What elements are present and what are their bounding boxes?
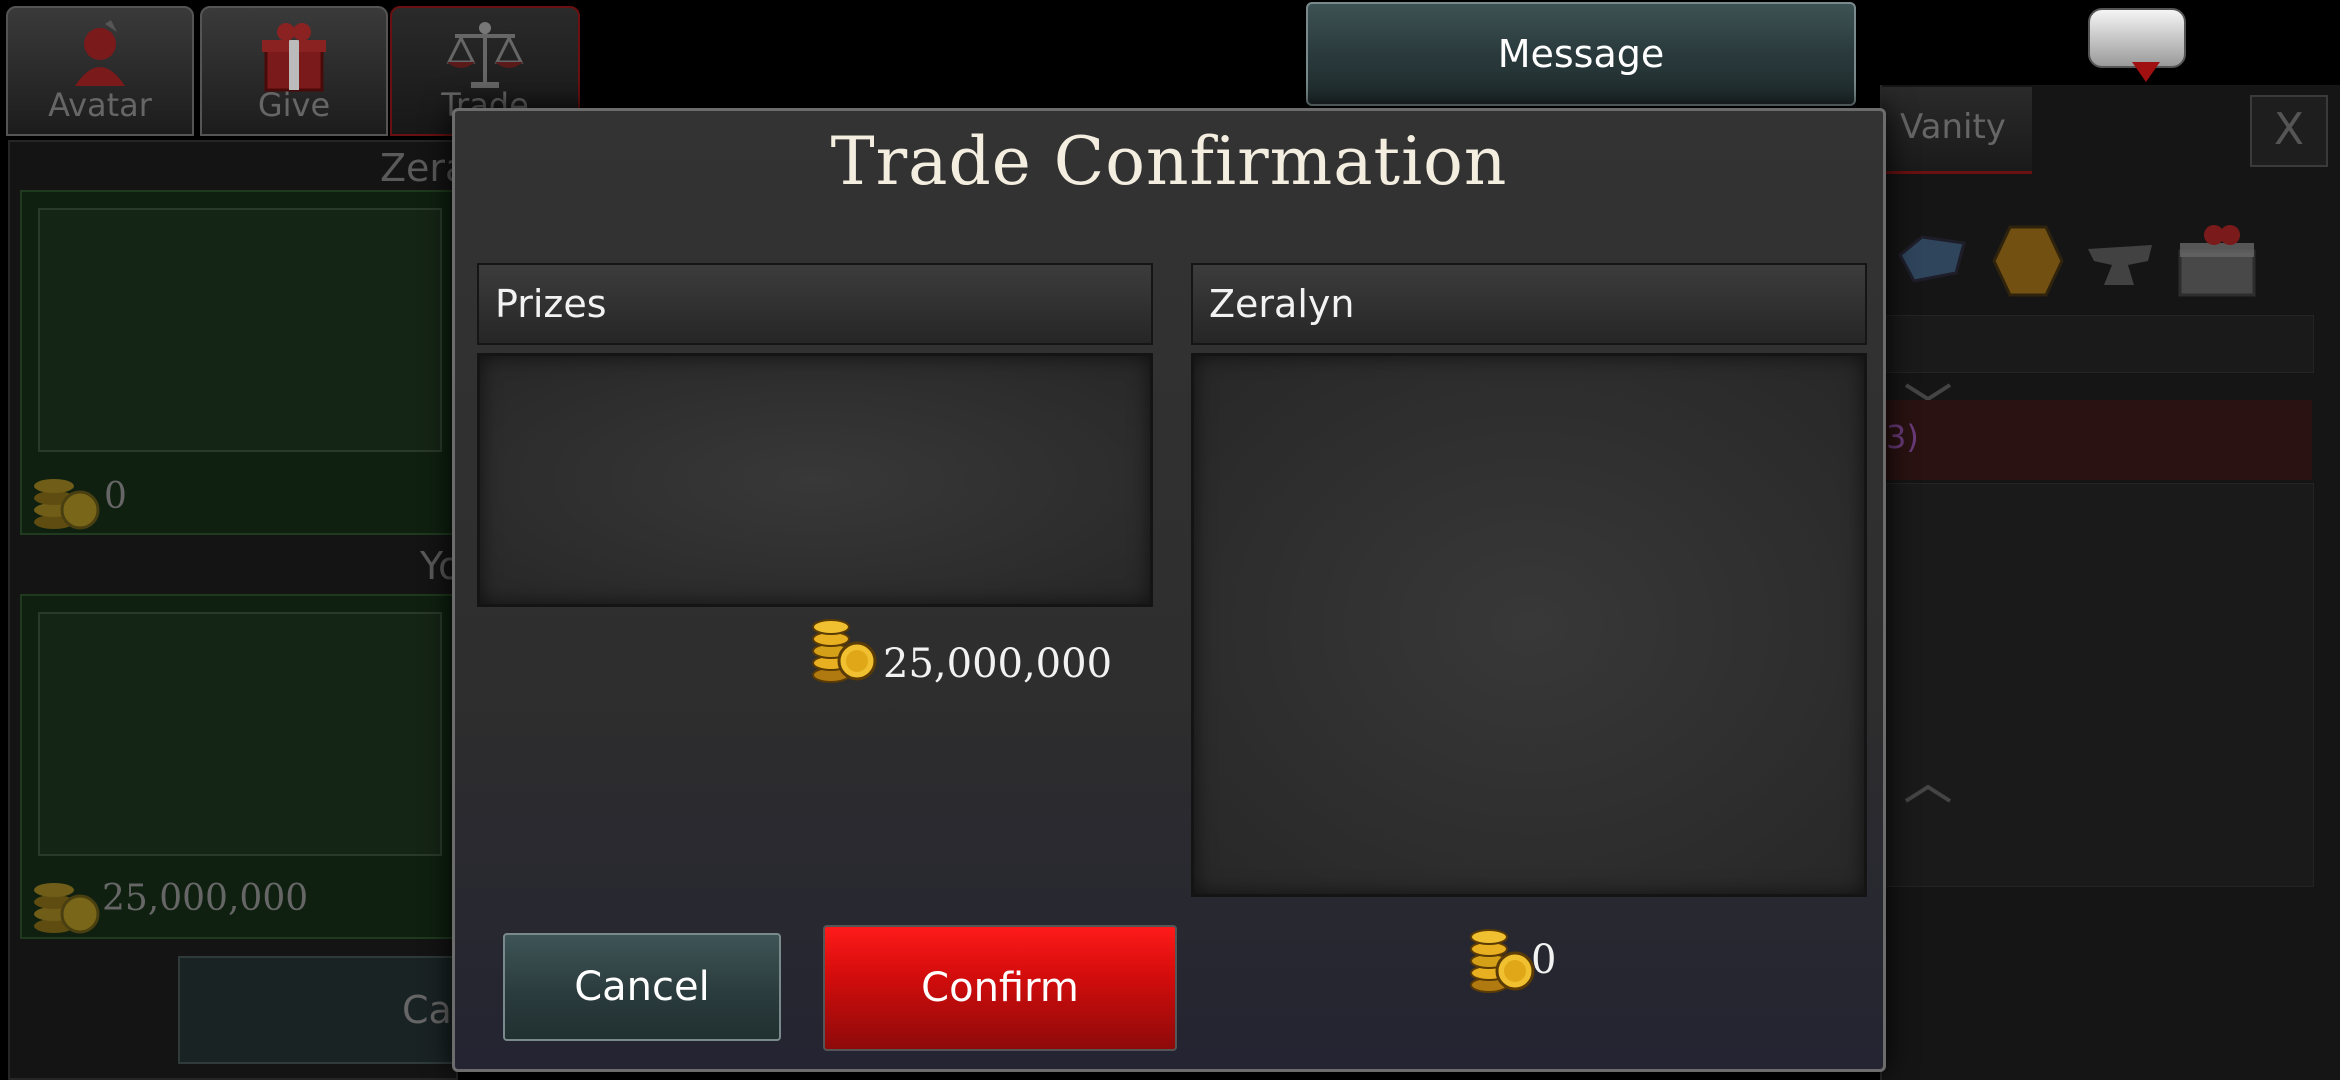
partner-header-label: Zeralyn	[1209, 282, 1355, 326]
gem-blue-icon[interactable]	[1892, 225, 1972, 295]
cancel-button-label: Cancel	[574, 964, 710, 1010]
tab-avatar[interactable]: Avatar	[6, 6, 194, 136]
trade-confirmation-dialog: Trade Confirmation Prizes 25,000,000 Zer…	[452, 108, 1886, 1072]
partner-header: Zeralyn	[1191, 263, 1867, 345]
coin-stack-icon	[1470, 929, 1535, 993]
prizes-item-box	[477, 353, 1153, 607]
prizes-coins-value: 25,000,000	[883, 641, 1113, 687]
scales-icon	[446, 22, 524, 88]
inventory-panel: Vanity X 3)	[1880, 85, 2340, 1080]
dialog-title: Trade Confirmation	[830, 123, 1508, 200]
close-label: X	[2273, 104, 2305, 155]
prizes-header-label: Prizes	[495, 282, 607, 326]
coin-stack-icon	[34, 883, 100, 934]
your-coins-value: 25,000,000	[102, 878, 309, 919]
prizes-header: Prizes	[477, 263, 1153, 345]
message-button-label: Message	[1497, 32, 1665, 76]
inventory-row-count: 3)	[1886, 418, 1919, 456]
tab-avatar-label: Avatar	[48, 86, 152, 124]
tab-give-label: Give	[257, 86, 331, 124]
inventory-list	[1882, 483, 2314, 887]
message-button[interactable]: Message	[1306, 2, 1856, 106]
background-cancel-label: Ca	[402, 988, 452, 1032]
tab-give[interactable]: Give	[200, 6, 388, 136]
tab-vanity-label: Vanity	[1900, 107, 2006, 147]
gift-icon	[262, 23, 326, 92]
coin-stack-icon	[812, 619, 877, 683]
confirm-button[interactable]: Confirm	[823, 925, 1177, 1051]
confirm-button-label: Confirm	[921, 965, 1079, 1011]
chat-bubble-tail	[2132, 62, 2160, 82]
anvil-icon[interactable]	[2082, 225, 2162, 295]
background-cancel-button[interactable]: Ca	[178, 956, 468, 1064]
partner-coins-value: 0	[104, 476, 127, 517]
gem-amber-icon[interactable]	[1990, 221, 2066, 301]
partner-coins-value: 0	[1531, 937, 1557, 983]
chat-bubble-icon[interactable]	[2088, 8, 2186, 68]
close-button[interactable]: X	[2250, 95, 2328, 167]
cancel-button[interactable]: Cancel	[503, 933, 781, 1041]
tab-vanity[interactable]: Vanity	[1882, 87, 2032, 174]
inventory-row[interactable]: 3)	[1882, 400, 2312, 480]
treasure-chest-icon[interactable]	[2174, 221, 2260, 301]
coin-stack-icon	[34, 479, 100, 530]
avatar-icon	[75, 20, 125, 86]
scroll-down-arrow-icon[interactable]	[1902, 783, 1954, 805]
search-bar[interactable]	[1882, 315, 2314, 373]
partner-item-box	[1191, 353, 1867, 897]
